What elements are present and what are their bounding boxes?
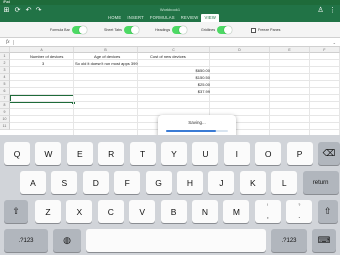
key-m[interactable]: M <box>223 200 250 223</box>
key-t[interactable]: T <box>129 142 156 165</box>
sheet-tabs-label: Sheet Tabs <box>104 28 122 32</box>
globe-icon[interactable]: ◍ <box>53 229 81 252</box>
on-screen-keyboard: Q W E R T Y U I O P ⌫ A S D F G H J K Lreturn ⇧ Z X C V B N M!,?. ⇧.… <box>0 135 340 255</box>
cell-c3[interactable]: $650.00 <box>196 67 210 74</box>
tab-insert[interactable]: INSERT <box>124 14 146 22</box>
shift-icon[interactable]: ⇧ <box>4 200 28 223</box>
key-period[interactable]: ?. <box>286 200 313 223</box>
formula-bar-label: Formula Bar <box>50 28 70 32</box>
key-r[interactable]: R <box>98 142 125 165</box>
row-header-10[interactable]: 10 <box>0 116 10 123</box>
headings-switch[interactable] <box>172 26 188 34</box>
row-header-7[interactable]: 7 <box>0 95 10 102</box>
tab-view[interactable]: VIEW <box>201 14 219 22</box>
numbers-key-right[interactable]: .?123 <box>271 229 307 252</box>
formula-bar-toggle-group: Formula Bar <box>50 26 87 34</box>
saving-text: Saving... <box>188 120 206 125</box>
key-s[interactable]: S <box>51 171 78 194</box>
column-header-f[interactable]: F <box>310 47 340 53</box>
key-f[interactable]: F <box>114 171 141 194</box>
backspace-icon[interactable]: ⌫ <box>318 142 340 165</box>
share-icon[interactable]: ♙ <box>316 5 325 14</box>
tab-review[interactable]: REVIEW <box>178 14 202 22</box>
tab-formulas[interactable]: FORMULAS <box>147 14 178 22</box>
keyboard-hide-icon[interactable]: ⌨ <box>312 229 336 252</box>
row-header-5[interactable]: 5 <box>0 81 10 88</box>
key-y[interactable]: Y <box>161 142 187 165</box>
column-header-e[interactable]: E <box>270 47 310 53</box>
key-k[interactable]: K <box>239 171 266 194</box>
formula-bar-switch[interactable] <box>71 26 87 34</box>
view-ribbon: Formula Bar Sheet Tabs Headings Gridline… <box>0 22 340 38</box>
key-h[interactable]: H <box>177 171 203 194</box>
shift-right-icon[interactable]: ⇧ <box>317 200 338 223</box>
row-header-3[interactable]: 3 <box>0 67 10 74</box>
key-d[interactable]: D <box>82 171 109 194</box>
more-options-icon[interactable]: ⋮ <box>328 5 337 14</box>
row-header-11[interactable]: 11 <box>0 123 10 130</box>
headings-label: Headings <box>155 28 171 32</box>
cell-c6[interactable]: $37.99 <box>198 88 210 95</box>
row-header-9[interactable]: 9 <box>0 109 10 116</box>
row-header-1[interactable]: 1 <box>0 53 10 60</box>
key-o[interactable]: O <box>255 142 282 165</box>
cell-c1[interactable]: Cost of new devices <box>150 53 186 60</box>
gridlines-switch[interactable] <box>217 26 233 34</box>
key-l[interactable]: L <box>271 171 298 194</box>
gridlines-label: Gridlines <box>201 28 216 32</box>
key-a[interactable]: A <box>20 171 46 194</box>
key-z[interactable]: Z <box>35 200 61 223</box>
document-title: Workbook1 <box>159 7 181 12</box>
ribbon-tabs: HOME INSERT FORMULAS REVIEW VIEW <box>0 14 340 22</box>
key-p[interactable]: P <box>286 142 313 165</box>
row-header-4[interactable]: 4 <box>0 74 10 81</box>
freeze-panes-icon <box>251 27 256 33</box>
key-v[interactable]: V <box>129 200 156 223</box>
key-b[interactable]: B <box>160 200 187 223</box>
key-x[interactable]: X <box>66 200 93 223</box>
space-bar[interactable] <box>86 229 266 252</box>
key-q[interactable]: Q <box>4 142 30 165</box>
return-key[interactable]: return <box>302 171 339 194</box>
tab-home[interactable]: HOME <box>105 14 124 22</box>
key-g[interactable]: G <box>145 171 172 194</box>
column-header-d[interactable]: D <box>210 47 270 53</box>
fx-icon: fx <box>6 40 10 45</box>
key-u[interactable]: U <box>192 142 219 165</box>
cell-a2[interactable]: 3 <box>42 60 44 67</box>
key-w[interactable]: W <box>35 142 62 165</box>
sheet-tabs-switch[interactable] <box>123 26 139 34</box>
cell-c5[interactable]: $25.00 <box>198 81 210 88</box>
key-i[interactable]: I <box>223 142 250 165</box>
key-e[interactable]: E <box>66 142 93 165</box>
key-j[interactable]: J <box>208 171 235 194</box>
freeze-panes-label: Freeze Panes <box>258 28 281 32</box>
key-comma[interactable]: !, <box>254 200 281 223</box>
sheet-tabs-toggle-group: Sheet Tabs <box>104 26 139 34</box>
row-header-2[interactable]: 2 <box>0 60 10 67</box>
key-c[interactable]: C <box>97 200 124 223</box>
row-header-6[interactable]: 6 <box>0 88 10 95</box>
formula-bar[interactable]: fx ⌄ <box>0 38 340 47</box>
key-n[interactable]: N <box>192 200 218 223</box>
cell-c4[interactable]: $150.50 <box>196 74 210 81</box>
freeze-panes-button[interactable]: Freeze Panes <box>251 26 280 34</box>
row-header-8[interactable]: 8 <box>0 102 10 109</box>
saving-progress-bar <box>166 130 228 132</box>
headings-toggle-group: Headings <box>155 26 188 34</box>
cell-b1[interactable]: Age of devices <box>94 53 120 60</box>
numbers-key-left[interactable]: .?123 <box>4 229 48 252</box>
chevron-down-icon[interactable]: ⌄ <box>333 38 336 47</box>
title-bar: ⊞ ⟳ ↶ ↷ Workbook1 ♙ ⋮ <box>0 5 340 14</box>
gridlines-toggle-group: Gridlines <box>201 26 233 34</box>
cell-b2[interactable]: So old it doesn't run most apps 399 <box>75 60 138 67</box>
cell-a1[interactable]: Number of devices <box>30 53 63 60</box>
